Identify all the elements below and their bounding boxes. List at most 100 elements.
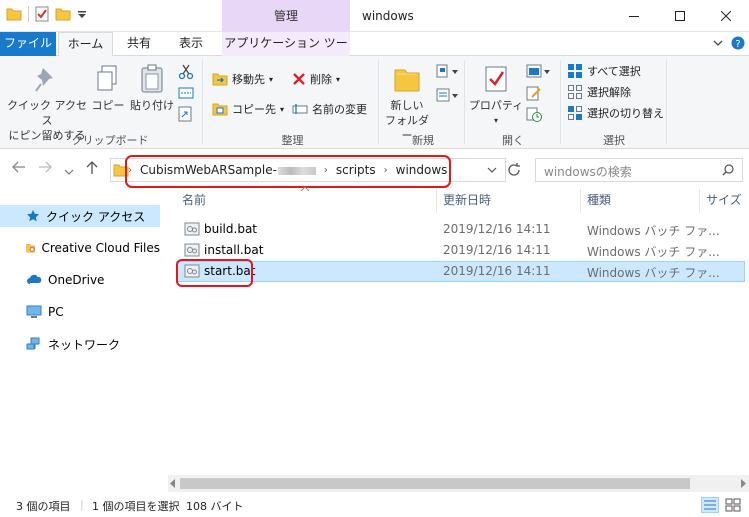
ribbon-tabs: ファイル ホーム 共有 表示 アプリケーション ツール ? (0, 32, 749, 72)
nav-item-label: クイック アクセス (46, 209, 146, 224)
context-tab-manage[interactable]: 管理 (222, 0, 350, 32)
nav-item-network[interactable]: ネットワーク (0, 333, 160, 355)
nav-item-onedrive[interactable]: OneDrive (0, 269, 160, 291)
recent-locations-button[interactable] (64, 164, 74, 180)
title-bar: 管理 windows (0, 0, 749, 32)
scroll-left-icon[interactable] (170, 479, 176, 488)
details-view-icon[interactable] (701, 497, 719, 513)
column-header-type[interactable]: 種類 (581, 189, 699, 213)
tab-home[interactable]: ホーム (58, 32, 113, 57)
copy-to-label: コピー先 (232, 103, 276, 116)
tab-file[interactable]: ファイル (0, 32, 56, 56)
nav-item-label: PC (48, 305, 64, 319)
properties-button[interactable]: プロパティ ▾ (468, 64, 524, 128)
select-group-label: 選択 (603, 134, 625, 147)
rename-button[interactable]: 名前の変更 (292, 100, 367, 118)
select-none-icon (568, 85, 582, 99)
nav-item-label: Creative Cloud Files (41, 241, 160, 255)
quick-access-toolbar (6, 6, 87, 22)
select-none-button[interactable]: 選択解除 (567, 83, 631, 101)
copy-button[interactable]: コピー (90, 64, 126, 113)
invert-selection-label: 選択の切り替え (587, 107, 664, 120)
tab-share[interactable]: 共有 (116, 32, 162, 56)
batch-file-icon (184, 222, 200, 236)
cloud-icon (27, 274, 42, 284)
scrollbar-thumb[interactable] (180, 478, 690, 489)
chevron-down-icon[interactable] (712, 36, 724, 50)
column-header-size[interactable]: サイズ (700, 189, 749, 213)
column-header-date[interactable]: 更新日時 (437, 189, 580, 213)
scroll-right-icon[interactable] (740, 479, 746, 488)
refresh-icon[interactable] (506, 162, 522, 178)
close-button[interactable] (703, 0, 749, 32)
new-folder-label-line1: 新しい (390, 99, 424, 112)
file-date: 2019/12/16 14:11 (443, 243, 551, 257)
open-icon[interactable] (526, 64, 552, 78)
search-icon[interactable] (722, 164, 734, 176)
move-to-label: 移動先 (232, 73, 265, 86)
nav-item-pc[interactable]: PC (0, 301, 160, 323)
address-dropdown-icon[interactable] (487, 166, 497, 174)
tab-application-tools[interactable]: アプリケーション ツール (222, 32, 350, 72)
help-icon[interactable]: ? (731, 36, 745, 50)
nav-item-quick-access[interactable]: クイック アクセス (0, 205, 160, 227)
select-all-icon (568, 64, 582, 78)
status-divider: | (80, 498, 84, 511)
dropdown-arrow-icon: ▾ (336, 74, 341, 84)
copy-path-icon[interactable] (178, 87, 194, 99)
copy-to-button[interactable]: コピー先 ▾ (212, 100, 284, 118)
maximize-icon (675, 11, 685, 21)
up-button[interactable] (86, 161, 98, 179)
select-all-button[interactable]: すべて選択 (567, 62, 641, 80)
new-folder-icon[interactable] (55, 7, 71, 21)
paste-button[interactable]: 貼り付け (128, 64, 176, 113)
edit-icon[interactable] (526, 85, 542, 101)
paste-shortcut-icon[interactable] (178, 106, 192, 122)
status-selection: 1 個の項目を選択 (92, 500, 180, 513)
navigation-pane: クイック アクセス Creative Cloud Files OneDrive … (0, 195, 168, 490)
star-icon (27, 210, 39, 222)
cut-icon[interactable] (178, 64, 194, 80)
invert-selection-button[interactable]: 選択の切り替え (567, 104, 664, 122)
search-placeholder: windowsの検索 (544, 165, 632, 179)
dropdown-arrow-icon: ▾ (280, 104, 285, 114)
tab-view[interactable]: 表示 (164, 32, 218, 56)
nav-item-creative-cloud[interactable]: Creative Cloud Files (0, 237, 160, 259)
clipboard-group-label: クリップボード (71, 134, 149, 147)
table-row[interactable]: build.bat 2019/12/16 14:11 Windows バッチ フ… (176, 219, 745, 240)
move-to-button[interactable]: 移動先 ▾ (212, 70, 273, 88)
rename-icon (292, 104, 308, 114)
new-item-icon[interactable] (436, 64, 460, 78)
copy-icon (97, 65, 117, 91)
large-icons-view-icon[interactable] (724, 497, 742, 513)
status-bar: 3 個の項目 | 1 個の項目を選択 108 バイト (0, 494, 749, 517)
horizontal-scrollbar[interactable] (168, 475, 749, 492)
column-header-name[interactable]: 名前 (176, 189, 436, 213)
properties-check-icon (485, 66, 507, 92)
qat-dropdown-icon[interactable] (77, 9, 87, 19)
organize-group-label: 整理 (281, 134, 304, 147)
search-input[interactable]: windowsの検索 (535, 158, 743, 182)
file-type: Windows バッチ ファ... (587, 266, 720, 280)
history-icon[interactable] (526, 106, 542, 122)
delete-button[interactable]: 削除 ▾ (292, 70, 340, 88)
file-date: 2019/12/16 14:11 (443, 222, 551, 236)
table-row-selected[interactable]: start.bat 2019/12/16 14:11 Windows バッチ フ… (176, 261, 745, 282)
forward-button[interactable] (38, 161, 52, 177)
group-divider (464, 60, 465, 144)
table-row[interactable]: install.bat 2019/12/16 14:11 Windows バッチ… (176, 240, 745, 261)
nav-item-label: OneDrive (48, 273, 105, 287)
toolbar-divider (28, 6, 29, 22)
easy-access-icon[interactable] (436, 88, 460, 102)
properties-check-icon[interactable] (35, 6, 49, 22)
file-name[interactable]: install.bat (204, 243, 263, 257)
copy-label: コピー (91, 99, 125, 112)
file-name[interactable]: build.bat (204, 222, 257, 236)
back-button[interactable] (12, 161, 26, 177)
group-divider (666, 60, 667, 144)
minimize-button[interactable] (611, 0, 657, 32)
maximize-button[interactable] (657, 0, 703, 32)
pin-label-line1: クイック アクセス (7, 99, 87, 127)
minimize-icon (629, 16, 639, 17)
close-icon (721, 11, 731, 21)
